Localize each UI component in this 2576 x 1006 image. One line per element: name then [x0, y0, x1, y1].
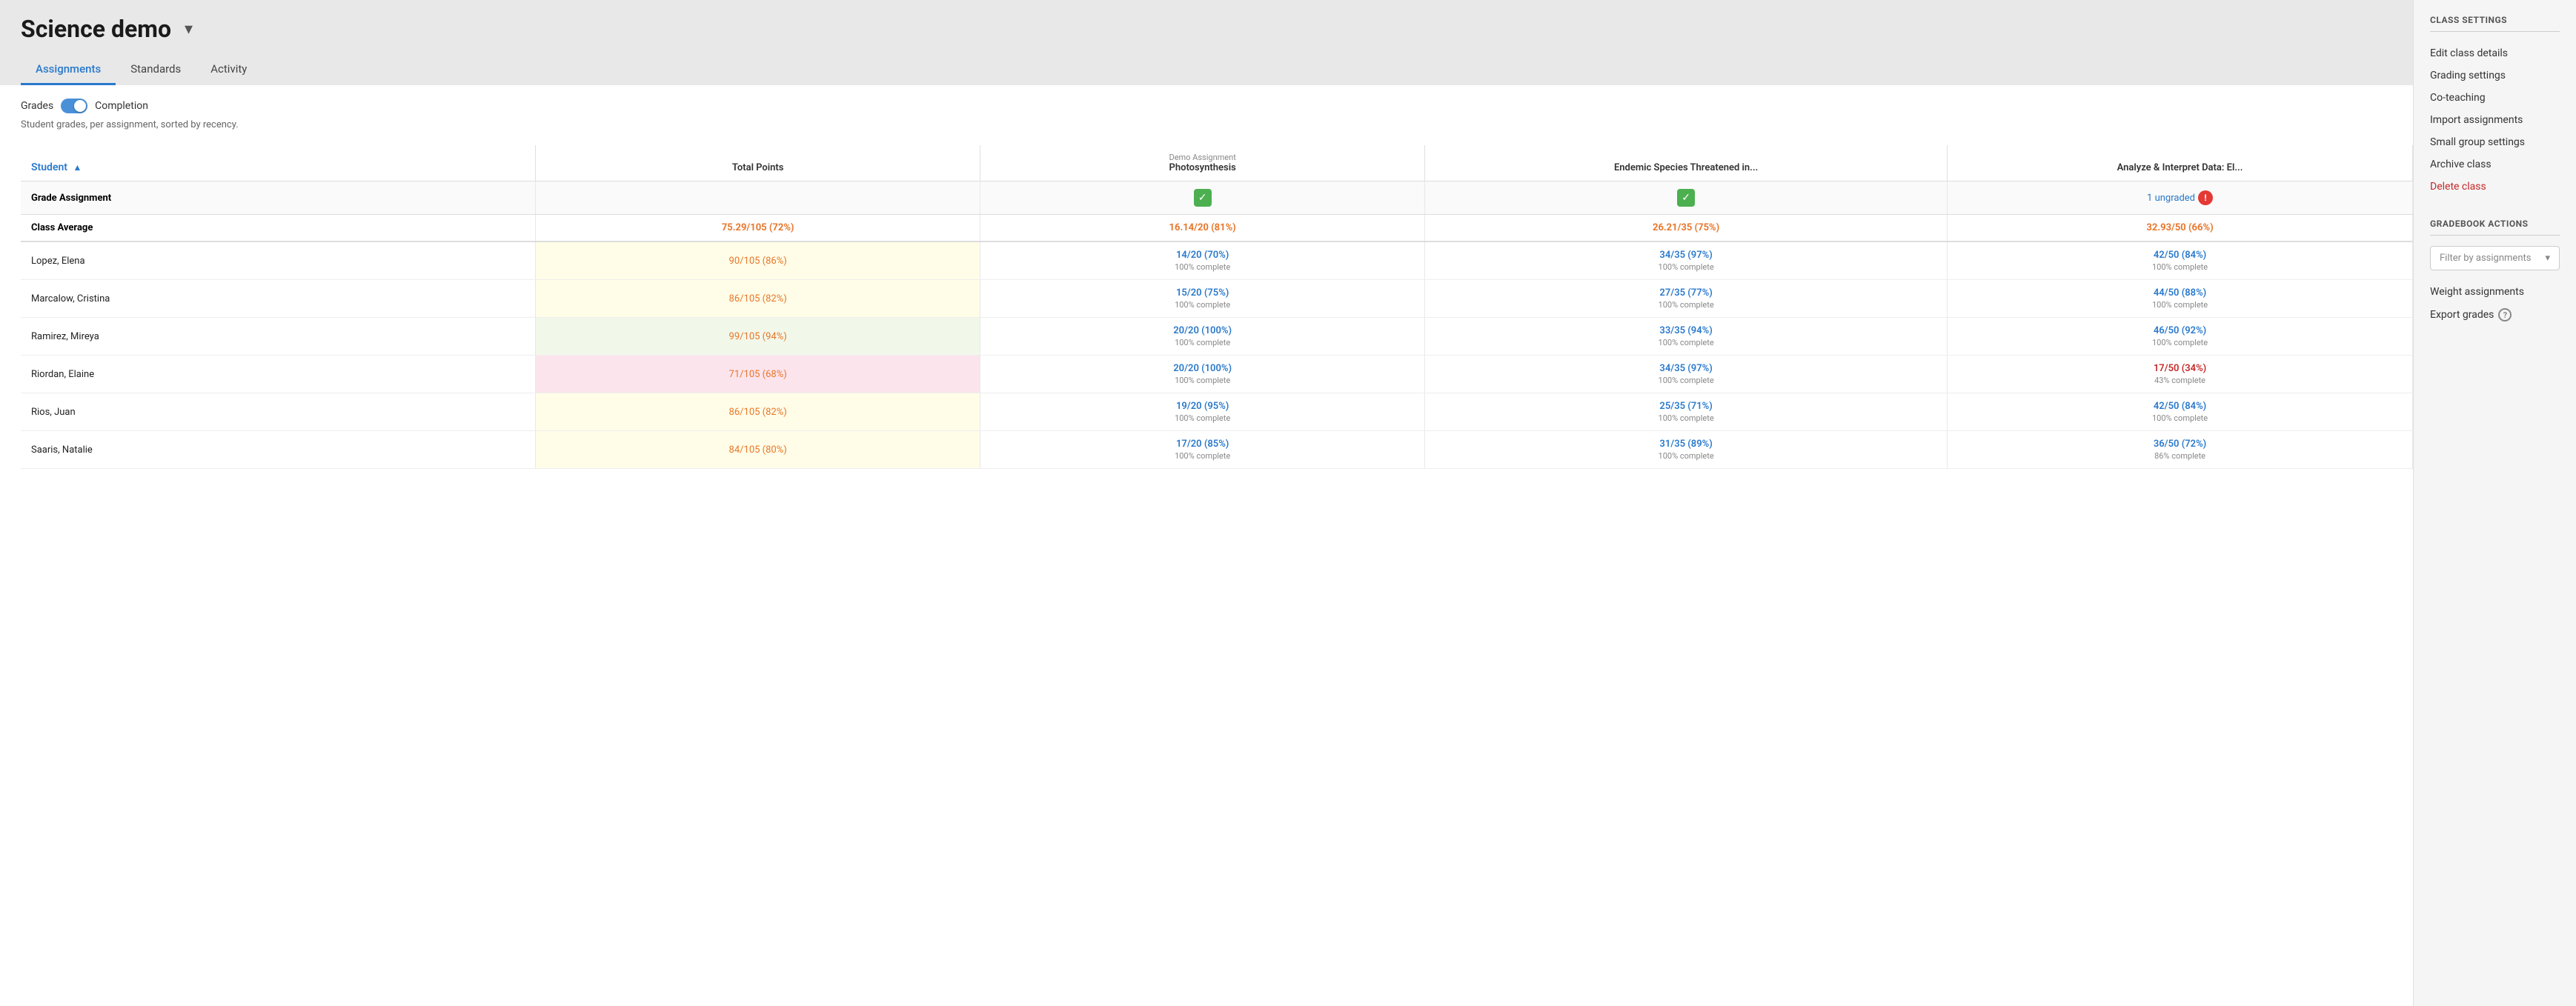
- grade-assignment-row: Grade Assignment ✓ ✓ 1 ungraded !: [21, 181, 2413, 215]
- action-label: Weight assignments: [2430, 286, 2524, 298]
- student-total: 86/105 (82%): [536, 393, 980, 431]
- sidebar-link[interactable]: Import assignments: [2430, 109, 2560, 131]
- grade-assignment-col3[interactable]: 1 ungraded !: [1948, 181, 2413, 215]
- help-icon[interactable]: ?: [2498, 308, 2512, 322]
- sidebar-link[interactable]: Archive class: [2430, 153, 2560, 176]
- student-col2: 33/35 (94%) 100% complete: [1425, 318, 1948, 356]
- student-name: Saaris, Natalie: [21, 431, 536, 469]
- grade-assignment-col2: ✓: [1425, 181, 1948, 215]
- tab-standards[interactable]: Standards: [116, 55, 196, 85]
- table-row: Marcalow, Cristina 86/105 (82%) 15/20 (7…: [21, 280, 2413, 318]
- student-col2: 25/35 (71%) 100% complete: [1425, 393, 1948, 431]
- grades-label: Grades: [21, 100, 53, 112]
- filter-assignments-dropdown[interactable]: Filter by assignments ▾: [2430, 246, 2560, 270]
- student-col1: 20/20 (100%) 100% complete: [980, 318, 1425, 356]
- tab-assignments[interactable]: Assignments: [21, 55, 116, 85]
- class-average-col2: 26.21/35 (75%): [1425, 215, 1948, 242]
- tab-bar: Assignments Standards Activity: [21, 55, 2392, 85]
- student-name: Lopez, Elena: [21, 241, 536, 280]
- student-col1: 20/20 (100%) 100% complete: [980, 356, 1425, 393]
- student-col2: 27/35 (77%) 100% complete: [1425, 280, 1948, 318]
- student-total: 84/105 (80%): [536, 431, 980, 469]
- student-total: 90/105 (86%): [536, 241, 980, 280]
- sidebar-link[interactable]: Edit class details: [2430, 42, 2560, 64]
- student-col-header[interactable]: Student ▲: [21, 145, 536, 181]
- class-average-col3: 32.93/50 (66%): [1948, 215, 2413, 242]
- student-col2: 34/35 (97%) 100% complete: [1425, 356, 1948, 393]
- sidebar: CLASS SETTINGS Edit class detailsGrading…: [2413, 0, 2576, 1006]
- gradebook-action-link[interactable]: Export grades?: [2430, 303, 2560, 327]
- table-row: Ramirez, Mireya 99/105 (94%) 20/20 (100%…: [21, 318, 2413, 356]
- action-label: Export grades: [2430, 309, 2494, 321]
- class-settings-title: CLASS SETTINGS: [2430, 15, 2560, 32]
- grade-assignment-total: [536, 181, 980, 215]
- sidebar-link[interactable]: Grading settings: [2430, 64, 2560, 87]
- gradebook-actions-title: GRADEBOOK ACTIONS: [2430, 219, 2560, 236]
- col3-header: Analyze & Interpret Data: El...: [1948, 145, 2413, 181]
- student-name: Ramirez, Mireya: [21, 318, 536, 356]
- grade-assignment-col1: ✓: [980, 181, 1425, 215]
- table-row: Lopez, Elena 90/105 (86%) 14/20 (70%) 10…: [21, 241, 2413, 280]
- student-col3: 44/50 (88%) 100% complete: [1948, 280, 2413, 318]
- gradebook-actions-links: Weight assignments Export grades?: [2430, 281, 2560, 327]
- student-total: 99/105 (94%): [536, 318, 980, 356]
- chevron-down-icon: ▾: [2545, 253, 2550, 264]
- class-settings-section: CLASS SETTINGS Edit class detailsGrading…: [2430, 15, 2560, 198]
- student-name: Rios, Juan: [21, 393, 536, 431]
- student-col3: 17/50 (34%) 43% complete: [1948, 356, 2413, 393]
- sidebar-link[interactable]: Co-teaching: [2430, 87, 2560, 109]
- filter-assignments-label: Filter by assignments: [2440, 253, 2531, 264]
- gradebook-table: Student ▲ Total Points Demo Assignment P…: [21, 145, 2413, 469]
- class-settings-links: Edit class detailsGrading settingsCo-tea…: [2430, 42, 2560, 198]
- col2-header: Endemic Species Threatened in...: [1425, 145, 1948, 181]
- col1-header: Demo Assignment Photosynthesis: [980, 145, 1425, 181]
- student-total: 86/105 (82%): [536, 280, 980, 318]
- sidebar-link[interactable]: Small group settings: [2430, 131, 2560, 153]
- grade-assignment-label: Grade Assignment: [21, 181, 536, 215]
- student-col1: 17/20 (85%) 100% complete: [980, 431, 1425, 469]
- warning-icon: !: [2198, 190, 2213, 205]
- student-col3: 46/50 (92%) 100% complete: [1948, 318, 2413, 356]
- class-average-total: 75.29/105 (72%): [536, 215, 980, 242]
- class-average-row: Class Average 75.29/105 (72%) 16.14/20 (…: [21, 215, 2413, 242]
- sort-icon: ▲: [73, 162, 82, 173]
- student-col2: 34/35 (97%) 100% complete: [1425, 241, 1948, 280]
- total-points-col-header: Total Points: [536, 145, 980, 181]
- gradebook-action-link[interactable]: Weight assignments: [2430, 281, 2560, 303]
- student-col3: 36/50 (72%) 86% complete: [1948, 431, 2413, 469]
- checkmark-icon-1: ✓: [1194, 189, 1212, 207]
- student-col2: 31/35 (89%) 100% complete: [1425, 431, 1948, 469]
- grades-completion-toggle[interactable]: [61, 99, 87, 113]
- tab-activity[interactable]: Activity: [196, 55, 262, 85]
- table-row: Rios, Juan 86/105 (82%) 19/20 (95%) 100%…: [21, 393, 2413, 431]
- student-col3: 42/50 (84%) 100% complete: [1948, 393, 2413, 431]
- student-col1: 15/20 (75%) 100% complete: [980, 280, 1425, 318]
- gradebook-actions-section: GRADEBOOK ACTIONS Filter by assignments …: [2430, 219, 2560, 327]
- completion-label: Completion: [95, 100, 148, 112]
- student-col1: 14/20 (70%) 100% complete: [980, 241, 1425, 280]
- student-total: 71/105 (68%): [536, 356, 980, 393]
- student-col3: 42/50 (84%) 100% complete: [1948, 241, 2413, 280]
- student-col1: 19/20 (95%) 100% complete: [980, 393, 1425, 431]
- class-dropdown-icon[interactable]: ▾: [185, 20, 193, 39]
- class-title: Science demo: [21, 15, 171, 43]
- student-name: Marcalow, Cristina: [21, 280, 536, 318]
- ungraded-badge[interactable]: 1 ungraded !: [2147, 190, 2213, 205]
- student-name: Riordan, Elaine: [21, 356, 536, 393]
- class-average-col1: 16.14/20 (81%): [980, 215, 1425, 242]
- table-row: Riordan, Elaine 71/105 (68%) 20/20 (100%…: [21, 356, 2413, 393]
- table-row: Saaris, Natalie 84/105 (80%) 17/20 (85%)…: [21, 431, 2413, 469]
- subtext: Student grades, per assignment, sorted b…: [21, 119, 2392, 130]
- checkmark-icon-2: ✓: [1677, 189, 1695, 207]
- class-average-label: Class Average: [21, 215, 536, 242]
- sidebar-link[interactable]: Delete class: [2430, 176, 2560, 198]
